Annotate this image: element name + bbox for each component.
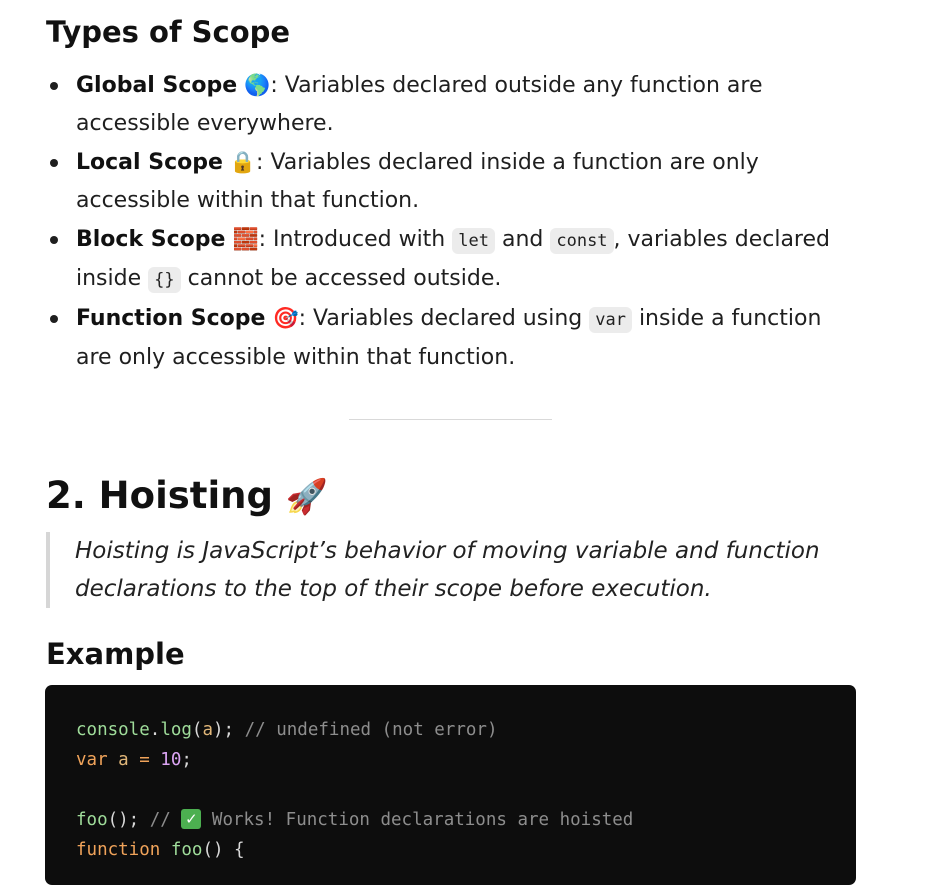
code-line-2: var a = 10; (76, 745, 856, 775)
code-token-name-a: a (107, 750, 129, 770)
inline-code-var: var (589, 307, 632, 333)
bullet-dot (50, 236, 58, 244)
code-token-var: var (76, 750, 108, 770)
inline-code-braces: {} (148, 267, 181, 293)
code-line-5: function foo() { (76, 835, 856, 865)
code-token-foo-name: foo (160, 840, 203, 860)
list-item-function-scope: Function Scope 🎯: Variables declared usi… (46, 299, 846, 377)
block-scope-text-1: : Introduced with (258, 227, 453, 252)
code-token-assign: = (128, 750, 161, 770)
block-scope-text-4: cannot be accessed outside. (180, 266, 502, 291)
code-content[interactable]: console.log(a); // undefined (not error)… (45, 685, 856, 865)
bullet-dot (50, 82, 58, 90)
bullet-dot (50, 159, 58, 167)
hoisting-definition-quote: Hoisting is JavaScript’s behavior of mov… (46, 532, 875, 608)
code-line-1: console.log(a); // undefined (not error) (76, 715, 856, 745)
code-token-semicolon: ; (181, 750, 192, 770)
code-token-close: ); (213, 720, 235, 740)
code-block[interactable]: console.log(a); // undefined (not error)… (45, 685, 856, 885)
article-page: Types of Scope Global Scope 🌎: Variables… (0, 0, 927, 885)
code-token-arg: a (202, 720, 214, 740)
hoisting-heading: 2. Hoisting 🚀 (46, 472, 328, 521)
lock-icon: 🔒 (229, 150, 257, 174)
code-comment-prefix: // (139, 810, 182, 830)
code-token-signature: () { (202, 840, 245, 860)
code-token-open-paren: ( (191, 720, 203, 740)
code-token-foo-call: foo (76, 810, 108, 830)
bullet-dot (50, 315, 58, 323)
term-block-scope: Block Scope (76, 227, 226, 252)
section-divider (349, 419, 552, 420)
code-comment-undefined: // undefined (not error) (234, 720, 498, 740)
code-token-function: function (76, 840, 161, 860)
term-local-scope: Local Scope (76, 150, 223, 175)
target-icon: 🎯 (272, 306, 299, 330)
code-token-log: log (160, 720, 192, 740)
example-heading: Example (46, 637, 185, 671)
hoisting-heading-text: 2. Hoisting (46, 474, 273, 517)
code-token-console: console (76, 720, 150, 740)
list-item-block-scope: Block Scope 🧱: Introduced with let and c… (46, 220, 846, 299)
list-item-global-scope: Global Scope 🌎: Variables declared outsi… (46, 66, 846, 143)
check-mark-icon: ✓ (181, 809, 202, 829)
globe-icon: 🌎 (244, 73, 271, 97)
code-token-dot: . (149, 720, 161, 740)
inline-code-let: let (452, 228, 495, 254)
term-global-scope: Global Scope (76, 73, 238, 98)
list-item-local-scope: Local Scope 🔒: Variables declared inside… (46, 143, 846, 220)
function-scope-text-1: : Variables declared using (298, 306, 590, 331)
term-function-scope: Function Scope (76, 306, 266, 331)
scope-types-list: Global Scope 🌎: Variables declared outsi… (46, 66, 846, 377)
types-of-scope-heading: Types of Scope (46, 15, 291, 49)
rocket-icon: 🚀 (285, 477, 329, 517)
inline-code-const: const (550, 228, 614, 254)
block-scope-text-2: and (494, 227, 551, 252)
code-comment-works: Works! Function declarations are hoisted (201, 810, 634, 830)
code-token-call-parens: (); (107, 810, 140, 830)
brick-icon: 🧱 (232, 227, 259, 251)
code-token-number: 10 (160, 750, 182, 770)
code-line-3-blank (76, 775, 856, 805)
code-line-4: foo(); // ✓ Works! Function declarations… (76, 805, 856, 835)
